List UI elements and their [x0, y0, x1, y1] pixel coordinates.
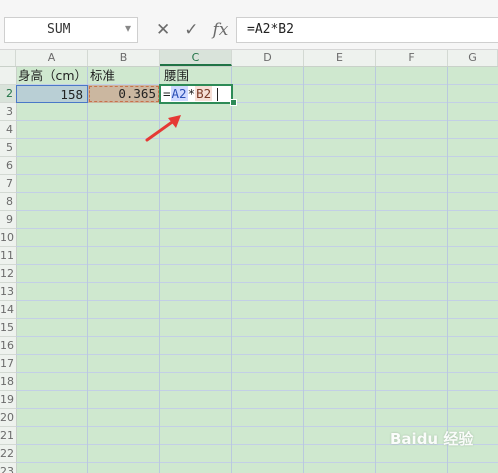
- column-header-bar: A B C D E F G: [0, 50, 498, 67]
- row-header-2[interactable]: 2: [0, 85, 16, 103]
- name-box[interactable]: SUM ▾: [4, 17, 138, 43]
- row-header-16[interactable]: 16: [0, 337, 16, 355]
- row-header-17[interactable]: 17: [0, 355, 16, 373]
- column-header-d[interactable]: D: [232, 50, 304, 66]
- insert-function-icon[interactable]: fx: [213, 19, 229, 41]
- row-header-1[interactable]: [0, 67, 16, 85]
- formula-operator: *: [187, 86, 196, 101]
- row-header-19[interactable]: 19: [0, 391, 16, 409]
- row-header-10[interactable]: 10: [0, 229, 16, 247]
- column-header-b[interactable]: B: [88, 50, 160, 66]
- row-header-8[interactable]: 8: [0, 193, 16, 211]
- cell-a1[interactable]: 身高（cm）: [18, 67, 87, 85]
- spreadsheet-grid[interactable]: 身高（cm） 标准 腰围 158 0.365 =A2*B2: [16, 67, 498, 473]
- row-header-3[interactable]: 3: [0, 103, 16, 121]
- row-header-14[interactable]: 14: [0, 301, 16, 319]
- row-header-4[interactable]: 4: [0, 121, 16, 139]
- confirm-icon[interactable]: ✓: [184, 19, 198, 41]
- column-header-a[interactable]: A: [16, 50, 88, 66]
- formula-input[interactable]: =A2*B2: [236, 17, 498, 43]
- text-cursor: [217, 88, 219, 101]
- row-header-21[interactable]: 21: [0, 427, 16, 445]
- row-header-20[interactable]: 20: [0, 409, 16, 427]
- formula-equals: =: [163, 86, 171, 101]
- column-header-g[interactable]: G: [448, 50, 498, 66]
- name-box-dropdown-icon[interactable]: ▾: [125, 21, 131, 35]
- cell-a2[interactable]: 158: [16, 85, 88, 103]
- row-header-7[interactable]: 7: [0, 175, 16, 193]
- row-header-9[interactable]: 9: [0, 211, 16, 229]
- row-header-11[interactable]: 11: [0, 247, 16, 265]
- row-header-13[interactable]: 13: [0, 283, 16, 301]
- formula-bar: SUM ▾ ✕ ✓ fx =A2*B2: [0, 0, 498, 50]
- red-arrow-annotation: [145, 115, 181, 142]
- row-header-23[interactable]: 23: [0, 463, 16, 473]
- column-header-e[interactable]: E: [304, 50, 376, 66]
- row-header-12[interactable]: 12: [0, 265, 16, 283]
- cell-b1[interactable]: 标准: [90, 67, 115, 85]
- fill-handle[interactable]: [230, 99, 237, 106]
- row-header-bar: 2 3 4 5 6 7 8 9 10 11 12 13 14 15 16 17 …: [0, 67, 17, 473]
- row-header-15[interactable]: 15: [0, 319, 16, 337]
- baidu-watermark: Baidu 经验: [390, 430, 474, 448]
- formula-text: =A2*B2: [247, 22, 294, 37]
- select-all-corner[interactable]: [0, 50, 16, 66]
- formula-actions: ✕ ✓ fx: [156, 19, 228, 41]
- cell-b2[interactable]: 0.365: [88, 85, 160, 103]
- cell-c1[interactable]: 腰围: [164, 67, 189, 85]
- row-header-18[interactable]: 18: [0, 373, 16, 391]
- cancel-icon[interactable]: ✕: [156, 19, 170, 41]
- column-header-f[interactable]: F: [376, 50, 448, 66]
- formula-ref-b2: B2: [195, 86, 213, 101]
- cell-c2-editing[interactable]: =A2*B2: [159, 84, 233, 104]
- row-header-5[interactable]: 5: [0, 139, 16, 157]
- name-box-value: SUM: [47, 22, 71, 37]
- row-header-6[interactable]: 6: [0, 157, 16, 175]
- row-header-22[interactable]: 22: [0, 445, 16, 463]
- formula-ref-a2: A2: [170, 86, 188, 101]
- column-header-c[interactable]: C: [160, 50, 232, 66]
